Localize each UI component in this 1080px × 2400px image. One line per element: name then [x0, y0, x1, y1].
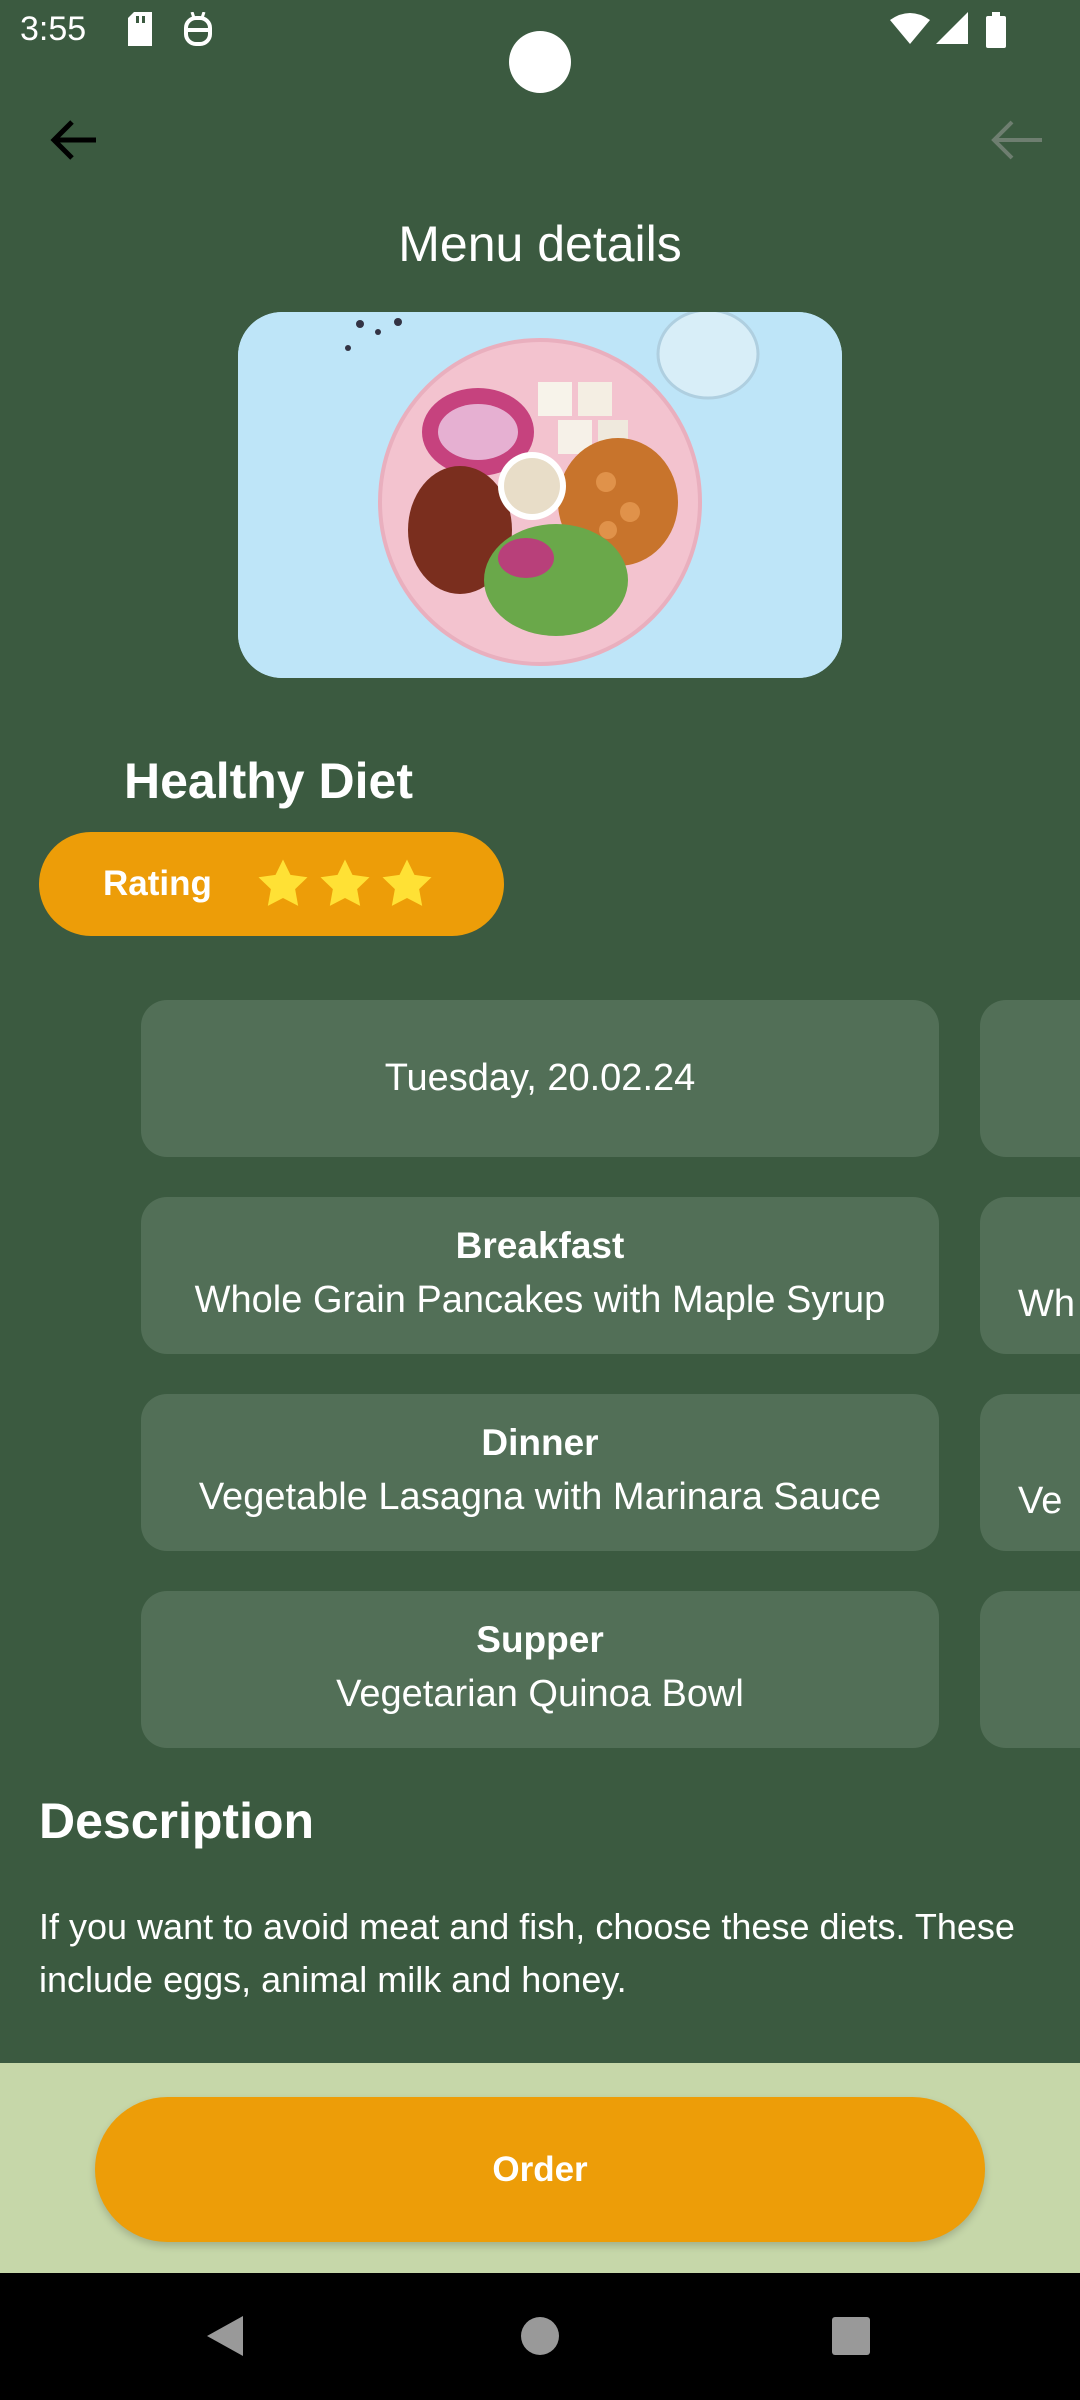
nav-back-icon[interactable] — [205, 2314, 245, 2358]
description-text: If you want to avoid meat and fish, choo… — [39, 1906, 1015, 2000]
next-page-card[interactable]: Wh — [980, 1197, 1080, 1354]
sd-card-icon — [126, 12, 154, 51]
status-bar: 3:55 — [0, 0, 1080, 93]
system-nav-bar — [0, 2273, 1080, 2400]
meal-card-dinner[interactable]: Dinner Vegetable Lasagna with Marinara S… — [141, 1394, 939, 1551]
meal-dish: Vegetarian Quinoa Bowl — [336, 1673, 744, 1715]
nav-home-icon[interactable] — [520, 2316, 560, 2356]
diet-image — [238, 312, 842, 678]
description-heading: Description — [39, 1793, 315, 1849]
meal-dish-peek: Wh — [1018, 1283, 1075, 1325]
meal-dish: Whole Grain Pancakes with Maple Syrup — [194, 1279, 886, 1321]
rating-label: Rating — [103, 864, 212, 903]
meal-card-supper[interactable]: Supper Vegetarian Quinoa Bowl — [141, 1591, 939, 1748]
meal-dish: Vegetable Lasagna with Marinara Sauce — [198, 1476, 882, 1518]
star-icon — [258, 859, 308, 906]
meal-title: Dinner — [481, 1422, 599, 1463]
camera-cutout — [509, 31, 571, 93]
star-icon — [320, 859, 370, 906]
meal-title: Breakfast — [455, 1225, 625, 1266]
secondary-back-button[interactable] — [980, 105, 1050, 175]
next-page-card[interactable]: Ve — [980, 1394, 1080, 1551]
arrow-left-icon — [50, 120, 96, 160]
status-time: 3:55 — [20, 10, 87, 48]
diet-name: Healthy Diet — [124, 753, 413, 809]
star-icon — [382, 859, 432, 906]
meal-title: Supper — [476, 1619, 604, 1660]
wifi-icon — [890, 12, 930, 49]
order-button[interactable]: Order — [95, 2097, 985, 2242]
menu-date-card[interactable]: Tuesday, 20.02.24 — [141, 1000, 939, 1157]
debug-icon — [182, 11, 214, 53]
nav-recents-icon[interactable] — [831, 2316, 871, 2356]
next-page-card[interactable] — [980, 1591, 1080, 1748]
back-button[interactable] — [40, 105, 110, 175]
arrow-left-icon — [991, 120, 1042, 160]
page-title: Menu details — [398, 216, 682, 272]
meal-dish-peek: Ve — [1018, 1480, 1063, 1522]
menu-date: Tuesday, 20.02.24 — [384, 1057, 696, 1099]
meal-card-breakfast[interactable]: Breakfast Whole Grain Pancakes with Mapl… — [141, 1197, 939, 1354]
bottom-bar: Order — [0, 2063, 1080, 2273]
rating-badge: Rating — [39, 832, 504, 936]
battery-icon — [986, 12, 1006, 53]
next-page-card[interactable] — [980, 1000, 1080, 1157]
signal-icon — [936, 12, 968, 49]
